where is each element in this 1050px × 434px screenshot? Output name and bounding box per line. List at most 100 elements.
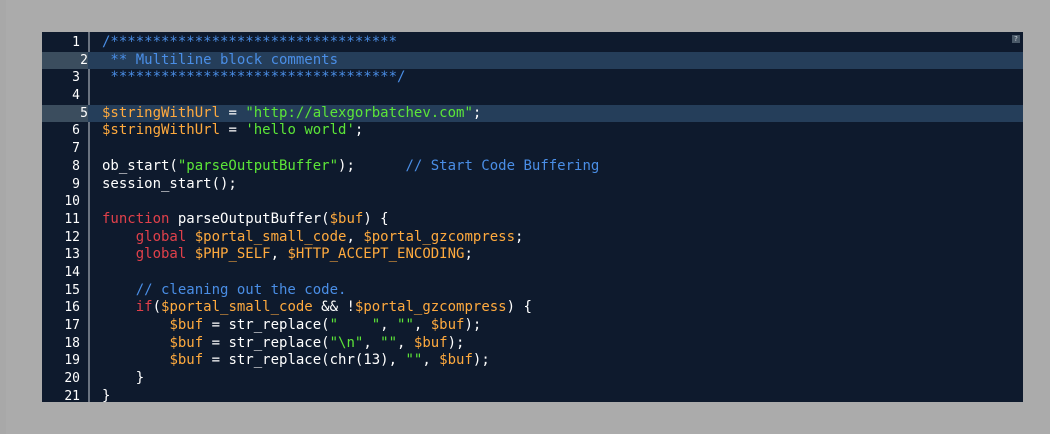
line-number-label: 2	[80, 52, 88, 68]
line-number-label: 16	[64, 300, 80, 316]
code-line: 16 if($portal_small_code && !$portal_gzc…	[42, 299, 1023, 317]
line-number-label: 1	[72, 35, 80, 50]
code-token: ""	[380, 334, 398, 351]
line-number: 3	[42, 69, 80, 87]
code-token: session_start();	[102, 175, 237, 192]
code-token: =	[220, 104, 246, 121]
line-number-label: 4	[72, 88, 80, 104]
code-token: $portal_small_code	[161, 299, 313, 316]
code-token: ;	[354, 122, 364, 139]
code-editor[interactable]: 1/********************************** 2 **…	[42, 32, 1023, 402]
line-code: $buf = str_replace(chr(13), "", $buf);	[102, 352, 490, 370]
line-number: 18	[42, 335, 80, 353]
line-number: 7	[42, 140, 80, 158]
code-line: 8 ob_start("parseOutputBuffer"); // Start…	[42, 158, 1023, 176]
help-button[interactable]: ?	[1012, 35, 1020, 43]
line-number: 9	[42, 176, 80, 194]
code-line: 3 **********************************/	[42, 69, 1023, 87]
code-token: $buf	[169, 334, 204, 351]
line-number-label: 14	[64, 264, 80, 280]
code-token: );	[464, 317, 482, 333]
line-code: }	[102, 388, 110, 402]
line-number-label: 11	[64, 211, 80, 227]
code-token: /**********************************	[102, 34, 398, 50]
code-token: " "	[329, 317, 381, 333]
line-number: 6	[42, 122, 80, 140]
code-line: 11 function parseOutputBuffer($buf) {	[42, 211, 1023, 229]
code-token: ,	[363, 334, 381, 351]
code-token: );	[472, 352, 490, 369]
code-token: $buf	[413, 334, 448, 351]
code-line: 10	[42, 193, 1023, 211]
code-token: (	[152, 299, 162, 316]
code-line: 4	[42, 87, 1023, 105]
code-token: global	[135, 228, 187, 245]
code-line: 9 session_start();	[42, 176, 1023, 194]
line-number-label: 17	[64, 318, 80, 333]
code-token: parseOutputBuffer(	[169, 210, 330, 227]
code-lines: 1/********************************** 2 **…	[42, 34, 1023, 402]
code-token: $buf	[439, 352, 473, 369]
code-token: = str_replace(	[203, 334, 330, 351]
code-token: $HTTP_ACCEPT_ENCODING	[287, 246, 465, 263]
code-token: **********************************/	[102, 69, 406, 86]
code-token: // cleaning out the code.	[135, 281, 347, 298]
code-token: ) {	[363, 210, 389, 227]
code-token: $portal_gzcompress	[354, 299, 507, 316]
line-code: ob_start("parseOutputBuffer"); // Start …	[102, 158, 599, 176]
line-number-label: 5	[80, 105, 88, 121]
line-number: 15	[42, 282, 80, 300]
code-token: ""	[405, 352, 423, 369]
code-token: $portal_gzcompress	[363, 228, 516, 245]
line-code: }	[102, 370, 144, 388]
code-token: $portal_small_code	[194, 228, 347, 245]
line-code: global $PHP_SELF, $HTTP_ACCEPT_ENCODING;	[102, 246, 473, 264]
line-number: 13	[42, 246, 80, 264]
line-code: // cleaning out the code.	[102, 281, 347, 300]
code-token: );	[338, 157, 406, 174]
line-number: 8	[42, 158, 80, 176]
code-token: }	[102, 370, 145, 387]
line-number: 19	[42, 352, 80, 370]
line-number-label: 20	[64, 371, 80, 387]
line-code: /**********************************	[102, 34, 397, 52]
code-line: 2 ** Multiline block comments	[42, 51, 1023, 70]
code-token: $stringWithUrl	[102, 104, 221, 121]
code-token: ** Multiline block comments	[102, 51, 339, 68]
line-code: global $portal_small_code, $portal_gzcom…	[102, 228, 524, 247]
line-code: if($portal_small_code && !$portal_gzcomp…	[102, 299, 532, 317]
line-number: 20	[42, 370, 80, 388]
line-code: $buf = str_replace(" ", "", $buf);	[102, 317, 481, 335]
line-number: 16	[42, 299, 80, 317]
code-token: $buf	[430, 317, 465, 333]
code-token: && !	[312, 299, 355, 316]
line-number-label: 18	[64, 335, 80, 351]
code-token: ;	[515, 228, 524, 245]
line-number: 17	[42, 317, 80, 335]
code-token: ,	[413, 317, 431, 333]
code-token: ;	[464, 246, 473, 263]
code-line: 5 $stringWithUrl = "http://alexgorbatchev…	[42, 104, 1023, 123]
code-token: ) {	[506, 299, 532, 316]
line-number-label: 7	[72, 141, 80, 157]
line-number-label: 10	[64, 194, 80, 210]
page-frame: 1/********************************** 2 **…	[6, 0, 1050, 434]
line-code: session_start();	[102, 176, 237, 194]
code-token: ""	[397, 317, 414, 333]
line-number-label: 21	[64, 388, 80, 402]
line-number-label: 12	[64, 229, 80, 245]
code-token: $PHP_SELF	[194, 246, 271, 263]
code-token: if	[135, 299, 153, 316]
line-number-label: 6	[72, 123, 80, 139]
code-token: global	[135, 246, 187, 263]
line-code: $buf = str_replace("\n", "", $buf);	[102, 335, 464, 353]
code-token: "\n"	[329, 334, 364, 351]
